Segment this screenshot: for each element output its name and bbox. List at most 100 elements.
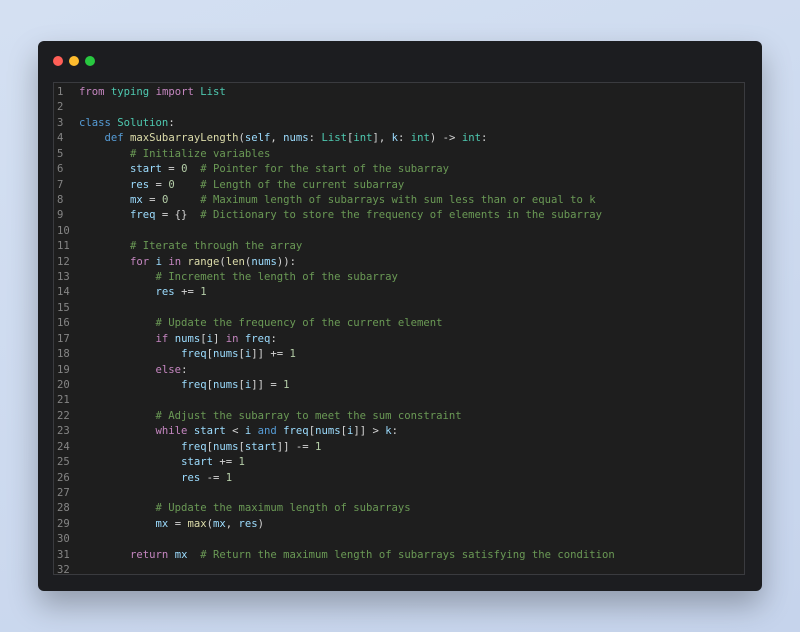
code-token: maxSubarrayLength: [130, 132, 239, 145]
code-line: 4 def maxSubarrayLength(self, nums: List…: [54, 131, 744, 146]
code-token: len: [225, 255, 245, 268]
line-number: 32: [57, 564, 70, 577]
code-token: mx: [212, 517, 226, 530]
line-number: 23: [57, 425, 70, 438]
line-code: res += 1: [79, 285, 207, 300]
line-number: 4: [57, 132, 64, 145]
line-number: 28: [57, 502, 70, 515]
line-number: 19: [57, 363, 70, 376]
line-number: 7: [57, 178, 64, 191]
line-code: while start < i and freq[nums[i]] > k:: [79, 424, 399, 439]
code-line: 27: [54, 486, 744, 501]
line-number: 5: [57, 147, 64, 160]
line-number: 9: [57, 209, 64, 222]
code-token: res: [238, 517, 258, 530]
line-code: # Update the maximum length of subarrays: [79, 501, 411, 516]
code-token: mx: [174, 548, 188, 561]
code-token: mx: [130, 193, 143, 206]
code-token: List: [200, 86, 226, 98]
code-line: 15: [54, 301, 744, 316]
code-line: 25 start += 1: [54, 455, 744, 470]
code-token: mx: [155, 517, 169, 530]
code-editor[interactable]: 1 from typing import List 2 3 class Solution…: [53, 82, 745, 576]
code-token: =: [142, 193, 162, 206]
line-code: # Iterate through the array: [79, 239, 302, 254]
code-window: 1 from typing import List 2 3 class Solution…: [38, 41, 762, 591]
code-token: freq: [181, 379, 207, 392]
line-code: res = 0 # Length of the current subarray: [79, 178, 404, 193]
code-line: 17 if nums[i] in freq:: [54, 332, 744, 347]
code-token: freq: [181, 348, 207, 361]
code-line: 2: [54, 100, 744, 115]
code-token: :: [480, 132, 488, 145]
code-token: # Increment the length of the subarray: [155, 271, 398, 284]
code-token: ): [257, 517, 265, 530]
code-token: +=: [212, 456, 239, 469]
line-number: 12: [57, 255, 70, 268]
code-line: 24 freq[nums[start]] -= 1: [54, 440, 744, 455]
line-code: mx = 0 # Maximum length of subarrays wit…: [79, 193, 596, 208]
code-token: ) ->: [429, 132, 462, 145]
code-token: int: [461, 132, 481, 145]
code-token: # Pointer for the start of the subarray: [200, 163, 449, 176]
code-token: int: [353, 132, 373, 145]
line-number: 11: [57, 240, 70, 253]
code-token: +=: [174, 286, 201, 299]
code-token: max: [187, 517, 207, 530]
code-token: 1: [238, 456, 245, 469]
line-number: 10: [57, 224, 70, 237]
code-token: def: [104, 132, 124, 145]
code-token: nums: [212, 440, 239, 453]
code-token: :: [391, 425, 399, 438]
line-number: 21: [57, 394, 70, 407]
line-number: 18: [57, 348, 70, 361]
code-token: -=: [200, 471, 226, 484]
line-code: def maxSubarrayLength(self, nums: List[i…: [79, 131, 488, 146]
code-token: nums: [212, 348, 239, 361]
close-window-button[interactable]: [53, 56, 63, 66]
code-line: 22 # Adjust the subarray to meet the sum…: [54, 409, 744, 424]
minimize-window-button[interactable]: [69, 56, 79, 66]
code-token: 1: [315, 440, 322, 453]
code-lines: 1 from typing import List 2 3 class Solution…: [54, 85, 744, 579]
code-line: 21: [54, 393, 744, 408]
code-token: and: [257, 425, 277, 438]
code-token: 1: [225, 471, 233, 484]
code-line: 13 # Increment the length of the subarra…: [54, 270, 744, 285]
code-token: in: [168, 255, 182, 268]
code-token: self: [244, 132, 271, 145]
line-code: mx = max(mx, res): [79, 517, 265, 532]
code-token: freq: [244, 332, 271, 345]
line-number: 15: [57, 301, 70, 314]
code-token: start: [193, 425, 226, 438]
maximize-window-button[interactable]: [85, 56, 95, 66]
code-token: # Adjust the subarray to meet the sum co…: [155, 409, 462, 422]
code-line: 6 start = 0 # Pointer for the start of t…: [54, 162, 744, 177]
line-code: from typing import List: [79, 85, 226, 100]
line-number: 8: [57, 193, 64, 206]
line-code: class Solution:: [79, 116, 175, 131]
code-token: freq: [130, 209, 156, 222]
line-number: 3: [57, 116, 64, 129]
line-number: 14: [57, 286, 70, 299]
line-code: # Initialize variables: [79, 147, 270, 162]
line-number: 30: [57, 533, 70, 546]
code-token: ,: [270, 132, 284, 145]
code-token: = {}: [155, 209, 201, 222]
code-token: freq: [181, 440, 207, 453]
code-line: 7 res = 0 # Length of the current subarr…: [54, 178, 744, 193]
line-code: freq[nums[start]] -= 1: [79, 440, 321, 455]
